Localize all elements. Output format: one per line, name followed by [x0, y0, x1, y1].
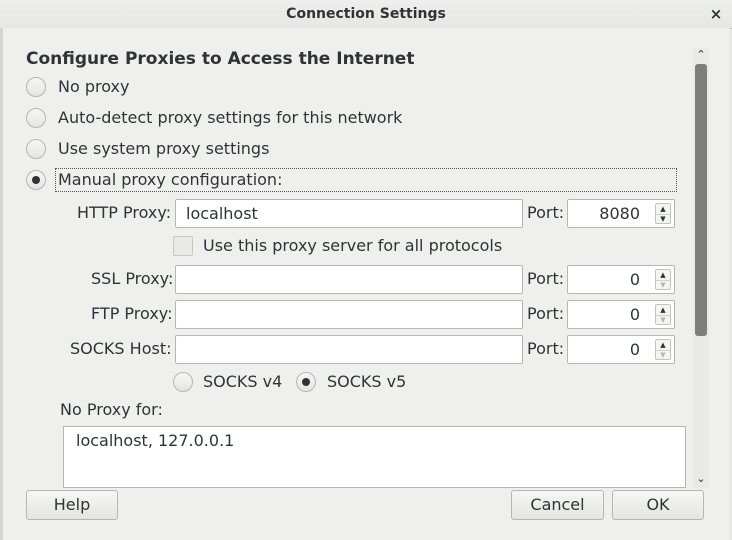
no-proxy-for-textarea[interactable]: localhost, 127.0.0.1 [63, 426, 686, 488]
ftp-proxy-label: FTP Proxy: [91, 304, 173, 323]
no-proxy-label[interactable]: No proxy [58, 77, 129, 96]
http-proxy-label: HTTP Proxy: [77, 203, 172, 222]
manual-proxy-label[interactable]: Manual proxy configuration: [58, 170, 282, 189]
socks-v5-radio[interactable] [296, 372, 316, 392]
help-button[interactable]: Help [26, 490, 118, 520]
spin-down-icon: ▼ [660, 316, 666, 324]
socks-host-input[interactable] [175, 335, 523, 364]
use-for-all-checkbox[interactable] [173, 236, 193, 256]
no-proxy-radio[interactable] [26, 77, 46, 97]
ftp-port-value[interactable]: 0 [630, 301, 640, 328]
socks-port-value[interactable]: 0 [630, 336, 640, 363]
manual-proxy-radio[interactable] [26, 170, 46, 190]
ssl-port-label: Port: [527, 269, 565, 288]
http-proxy-input[interactable] [175, 199, 523, 228]
socks-v5-label[interactable]: SOCKS v5 [327, 372, 406, 391]
http-port-spinner[interactable]: 8080 ▲ ▼ [567, 199, 675, 228]
socks-host-label: SOCKS Host: [70, 339, 172, 358]
socks-port-label: Port: [527, 339, 565, 358]
ftp-port-spinner[interactable]: 0 ▲ ▼ [567, 300, 675, 329]
ssl-port-stepper[interactable]: ▲ ▼ [655, 269, 671, 290]
ftp-port-label: Port: [527, 304, 565, 323]
ssl-port-spinner[interactable]: 0 ▲ ▼ [567, 265, 675, 294]
ok-button[interactable]: OK [612, 490, 704, 520]
scrollbar-thumb[interactable] [695, 64, 707, 336]
ftp-proxy-input[interactable] [175, 300, 523, 329]
socks-v4-label[interactable]: SOCKS v4 [203, 372, 282, 391]
close-icon[interactable]: × [704, 2, 728, 26]
system-proxy-label[interactable]: Use system proxy settings [58, 139, 269, 158]
no-proxy-for-label: No Proxy for: [60, 400, 163, 419]
ssl-proxy-label: SSL Proxy: [91, 269, 174, 288]
scroll-down-icon[interactable]: ⌄ [694, 472, 708, 486]
http-port-stepper[interactable]: ▲ ▼ [655, 203, 671, 224]
socks-v4-radio[interactable] [173, 372, 193, 392]
scroll-up-icon[interactable]: ⌃ [694, 48, 708, 62]
spin-down-icon: ▼ [660, 281, 666, 289]
auto-detect-label[interactable]: Auto-detect proxy settings for this netw… [58, 108, 402, 127]
ssl-proxy-input[interactable] [175, 265, 523, 294]
auto-detect-radio[interactable] [26, 108, 46, 128]
socks-port-stepper[interactable]: ▲ ▼ [655, 339, 671, 360]
system-proxy-radio[interactable] [26, 139, 46, 159]
ssl-port-value[interactable]: 0 [630, 266, 640, 293]
spin-down-icon: ▼ [660, 351, 666, 359]
window-title: Connection Settings [286, 6, 446, 22]
socks-port-spinner[interactable]: 0 ▲ ▼ [567, 335, 675, 364]
http-port-label: Port: [527, 203, 565, 222]
spin-down-icon[interactable]: ▼ [656, 214, 670, 224]
use-for-all-label[interactable]: Use this proxy server for all protocols [203, 236, 502, 255]
ftp-port-stepper[interactable]: ▲ ▼ [655, 304, 671, 325]
section-title: Configure Proxies to Access the Internet [26, 49, 415, 69]
http-port-value[interactable]: 8080 [599, 200, 640, 227]
cancel-button[interactable]: Cancel [511, 490, 604, 520]
